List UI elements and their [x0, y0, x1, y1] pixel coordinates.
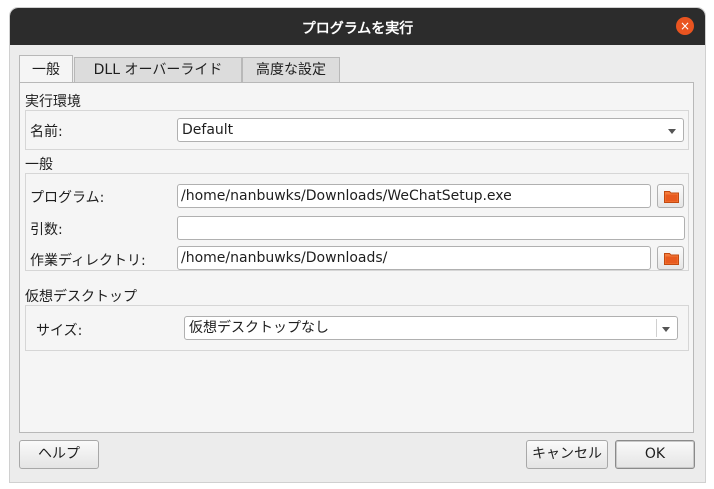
tab-dll-overrides[interactable]: DLL オーバーライド — [74, 57, 242, 83]
help-button[interactable]: ヘルプ — [19, 440, 99, 469]
chevron-down-icon — [662, 327, 670, 332]
virtual-desktop-select[interactable]: 仮想デスクトップなし — [184, 316, 678, 340]
size-label: サイズ: — [36, 323, 83, 339]
folder-icon — [664, 191, 679, 203]
cancel-button[interactable]: キャンセル — [526, 440, 608, 469]
environment-select[interactable]: Default — [177, 118, 684, 142]
program-input[interactable]: /home/nanbuwks/Downloads/WeChatSetup.exe — [177, 184, 651, 208]
select-separator — [656, 319, 657, 337]
arguments-input[interactable] — [177, 216, 685, 240]
workdir-browse-button[interactable] — [657, 246, 684, 270]
ok-button[interactable]: OK — [615, 440, 695, 469]
workdir-input[interactable]: /home/nanbuwks/Downloads/ — [177, 246, 651, 270]
environment-select-value: Default — [182, 122, 234, 138]
titlebar[interactable]: プログラムを実行 × — [10, 8, 705, 45]
close-button[interactable]: × — [676, 17, 694, 35]
virtual-desktop-group-label: 仮想デスクトップ — [25, 289, 137, 305]
tab-panel-general: 実行環境 名前: Default 一般 プログラム: /home/nanbuwk… — [19, 82, 694, 433]
environment-group: 名前: Default — [25, 110, 689, 150]
virtual-desktop-group: サイズ: 仮想デスクトップなし — [25, 305, 689, 351]
tab-advanced[interactable]: 高度な設定 — [242, 57, 340, 83]
virtual-desktop-select-value: 仮想デスクトップなし — [189, 320, 329, 336]
chevron-down-icon — [668, 129, 676, 134]
general-group: プログラム: /home/nanbuwks/Downloads/WeChatSe… — [25, 173, 689, 271]
folder-icon — [664, 253, 679, 265]
environment-group-label: 実行環境 — [25, 94, 81, 110]
tab-general[interactable]: 一般 — [19, 55, 73, 82]
workdir-label: 作業ディレクトリ: — [30, 253, 146, 269]
close-icon: × — [679, 19, 691, 33]
general-group-label: 一般 — [25, 157, 53, 173]
window-title: プログラムを実行 — [301, 21, 414, 37]
run-program-dialog: プログラムを実行 × 一般 DLL オーバーライド 高度な設定 実行環境 名前:… — [10, 8, 705, 482]
name-label: 名前: — [30, 124, 63, 140]
arguments-label: 引数: — [30, 222, 63, 238]
program-browse-button[interactable] — [657, 184, 684, 208]
program-label: プログラム: — [30, 190, 105, 206]
